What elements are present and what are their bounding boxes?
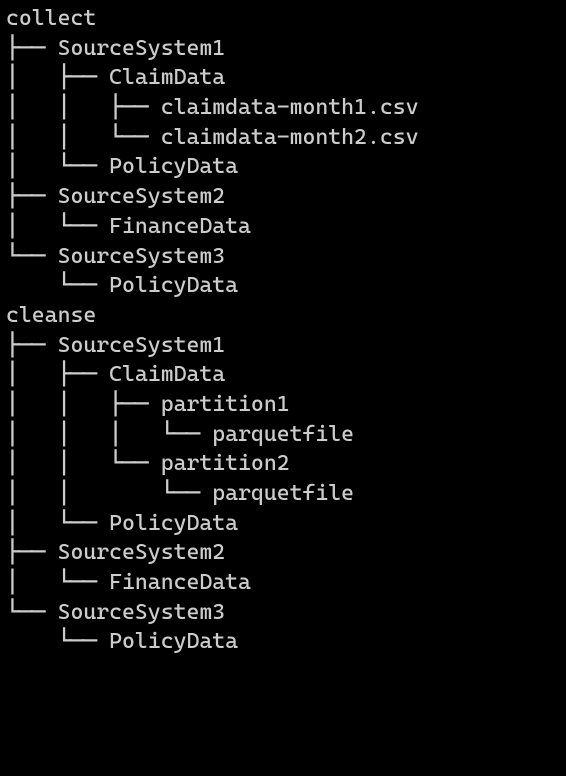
tree-line: │ │ ├── claimdata-month1.csv [6,93,566,123]
tree-node-name: cleanse [6,303,96,328]
tree-node-name: SourceSystem1 [58,36,226,61]
tree-line: │ ├── ClaimData [6,360,566,390]
tree-node-name: FinanceData [109,570,251,595]
tree-branch-prefix: │ ├── [6,362,109,387]
tree-branch-prefix: │ │ │ └── [6,422,212,447]
tree-line: │ ├── ClaimData [6,63,566,93]
tree-node-name: ClaimData [109,65,225,90]
tree-line: ├── SourceSystem2 [6,182,566,212]
tree-branch-prefix: │ │ ├── [6,95,161,120]
tree-node-name: partition2 [161,451,290,476]
tree-branch-prefix: ├── [6,333,58,358]
tree-node-name: ClaimData [109,362,225,387]
tree-node-name: PolicyData [109,154,238,179]
tree-line: └── PolicyData [6,271,566,301]
tree-node-name: PolicyData [109,629,238,654]
tree-node-name: SourceSystem3 [58,600,226,625]
tree-node-name: claimdata-month1.csv [161,95,419,120]
tree-line: └── PolicyData [6,627,566,657]
tree-branch-prefix: ├── [6,540,58,565]
tree-node-name: SourceSystem1 [58,333,226,358]
tree-node-name: partition1 [161,392,290,417]
tree-branch-prefix: │ │ ├── [6,392,161,417]
tree-branch-prefix: └── [6,600,58,625]
tree-node-name: SourceSystem2 [58,184,226,209]
tree-line: ├── SourceSystem1 [6,34,566,64]
tree-branch-prefix: └── [6,273,109,298]
tree-line: │ │ └── claimdata-month2.csv [6,123,566,153]
tree-line: └── SourceSystem3 [6,598,566,628]
tree-branch-prefix: │ │ └── [6,125,161,150]
tree-line: │ │ └── partition2 [6,449,566,479]
tree-branch-prefix: ├── [6,36,58,61]
tree-line: ├── SourceSystem1 [6,331,566,361]
tree-branch-prefix: │ │ └── [6,481,212,506]
tree-line: │ └── FinanceData [6,212,566,242]
tree-branch-prefix: └── [6,244,58,269]
tree-node-name: parquetfile [212,481,354,506]
tree-branch-prefix: └── [6,629,109,654]
tree-line: │ └── PolicyData [6,509,566,539]
tree-line: collect [6,4,566,34]
tree-node-name: collect [6,6,96,31]
tree-branch-prefix: │ └── [6,154,109,179]
terminal-output: collect├── SourceSystem1│ ├── ClaimData│… [0,0,566,657]
tree-line: │ │ └── parquetfile [6,479,566,509]
tree-node-name: SourceSystem2 [58,540,226,565]
tree-node-name: claimdata-month2.csv [161,125,419,150]
tree-node-name: PolicyData [109,511,238,536]
tree-branch-prefix: │ ├── [6,65,109,90]
tree-branch-prefix: │ └── [6,214,109,239]
tree-node-name: PolicyData [109,273,238,298]
tree-line: cleanse [6,301,566,331]
tree-line: │ └── FinanceData [6,568,566,598]
tree-line: │ │ │ └── parquetfile [6,420,566,450]
tree-line: ├── SourceSystem2 [6,538,566,568]
tree-branch-prefix: │ └── [6,570,109,595]
tree-node-name: SourceSystem3 [58,244,226,269]
tree-branch-prefix: ├── [6,184,58,209]
tree-node-name: parquetfile [212,422,354,447]
tree-branch-prefix: │ │ └── [6,451,161,476]
tree-line: │ └── PolicyData [6,152,566,182]
tree-line: │ │ ├── partition1 [6,390,566,420]
tree-node-name: FinanceData [109,214,251,239]
tree-branch-prefix: │ └── [6,511,109,536]
tree-line: └── SourceSystem3 [6,242,566,272]
